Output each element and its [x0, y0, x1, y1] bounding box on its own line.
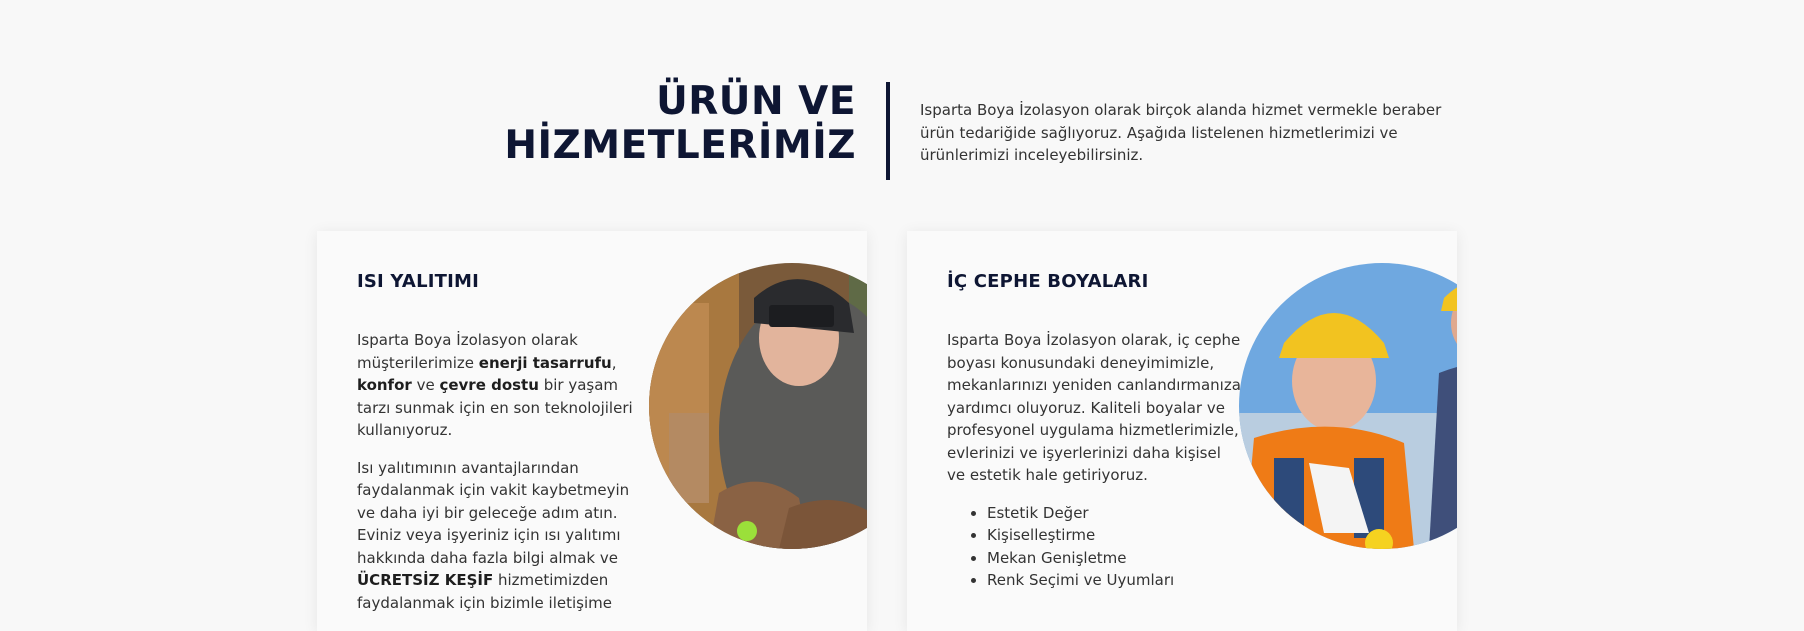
service-card-ic-cephe-boyalari: İÇ CEPHE BOYALARI Isparta Boya İzolasyon… [907, 231, 1457, 631]
page-title: ÜRÜN VE HİZMETLERİMİZ [504, 80, 856, 168]
card-body: Isparta Boya İzolasyon olarak, iç cephe … [947, 329, 1242, 592]
bold-text: ÜCRETSİZ KEŞİF [357, 571, 494, 589]
feature-list: Estetik Değer Kişiselleştirme Mekan Geni… [987, 502, 1242, 592]
title-divider [886, 82, 890, 180]
list-item: Estetik Değer [987, 502, 1242, 525]
list-item: Renk Seçimi ve Uyumları [987, 569, 1242, 592]
page-title-line2: HİZMETLERİMİZ [504, 123, 856, 168]
text: ve [411, 376, 440, 394]
card-body: Isparta Boya İzolasyon olarak müşteriler… [357, 329, 647, 629]
intro-text: Isparta Boya İzolasyon olarak birçok ala… [920, 101, 1442, 164]
card-paragraph: Isı yalıtımının avantajlarından faydalan… [357, 457, 647, 615]
text: Isı yalıtımının avantajlarından faydalan… [357, 458, 630, 567]
engineers-photo [1239, 263, 1457, 549]
bold-text: konfor [357, 376, 412, 394]
card-title: ISI YALITIMI [357, 271, 480, 292]
section-header: ÜRÜN VE HİZMETLERİMİZ Isparta Boya İzola… [0, 80, 1804, 184]
card-paragraph: Isparta Boya İzolasyon olarak müşteriler… [357, 329, 647, 442]
list-item: Kişiselleştirme [987, 524, 1242, 547]
card-paragraph: Isparta Boya İzolasyon olarak, iç cephe … [947, 331, 1241, 484]
card-title: İÇ CEPHE BOYALARI [947, 271, 1149, 292]
welder-photo [649, 263, 867, 549]
list-item: Mekan Genişletme [987, 547, 1242, 570]
text: , [611, 353, 617, 372]
bold-text: enerji tasarrufu [478, 353, 612, 372]
page-title-line1: ÜRÜN VE [656, 79, 856, 124]
service-card-isi-yalitimi: ISI YALITIMI Isparta Boya İzolasyon olar… [317, 231, 867, 631]
bold-text: çevre dostu [439, 376, 539, 394]
